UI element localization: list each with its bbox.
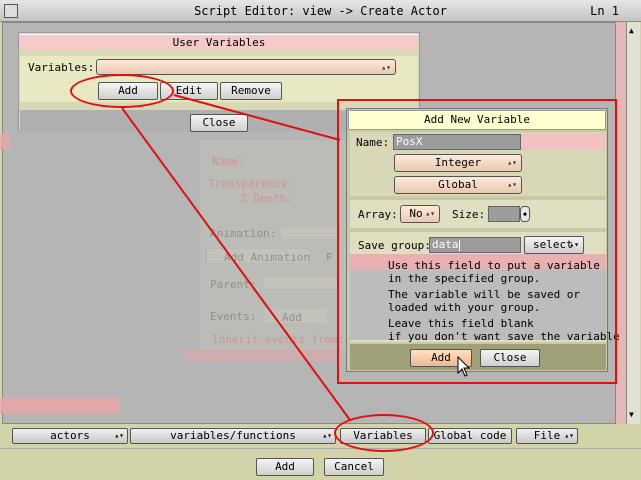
annotation-line-to-dialog: [173, 94, 341, 141]
annotation-line-to-tab: [121, 107, 351, 421]
annotation-lines: [121, 94, 351, 421]
